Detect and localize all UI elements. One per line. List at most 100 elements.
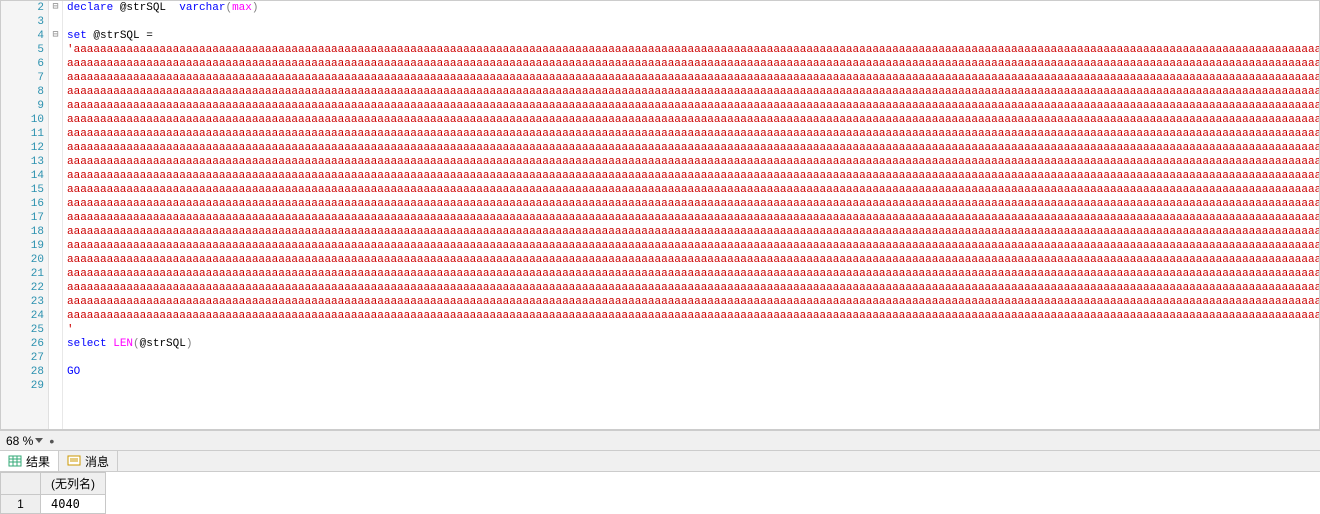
fold-marker: ⊟ <box>49 29 62 43</box>
fold-marker <box>49 253 62 267</box>
code-line: aaaaaaaaaaaaaaaaaaaaaaaaaaaaaaaaaaaaaaaa… <box>67 183 1319 197</box>
code-line: aaaaaaaaaaaaaaaaaaaaaaaaaaaaaaaaaaaaaaaa… <box>67 281 1319 295</box>
results-panel: (无列名) 1 4040 <box>0 472 1320 514</box>
line-number: 8 <box>1 85 44 99</box>
tab-messages[interactable]: 消息 <box>59 451 118 471</box>
fold-marker <box>49 211 62 225</box>
message-icon <box>67 454 81 468</box>
grid-corner <box>1 473 41 495</box>
line-number: 29 <box>1 379 44 393</box>
line-number: 24 <box>1 309 44 323</box>
code-line: aaaaaaaaaaaaaaaaaaaaaaaaaaaaaaaaaaaaaaaa… <box>67 71 1319 85</box>
grid-cell[interactable]: 4040 <box>41 495 106 514</box>
code-line: aaaaaaaaaaaaaaaaaaaaaaaaaaaaaaaaaaaaaaaa… <box>67 169 1319 183</box>
code-line: aaaaaaaaaaaaaaaaaaaaaaaaaaaaaaaaaaaaaaaa… <box>67 197 1319 211</box>
code-line: declare @strSQL varchar(max) <box>67 1 1319 15</box>
fold-marker <box>49 99 62 113</box>
code-line: aaaaaaaaaaaaaaaaaaaaaaaaaaaaaaaaaaaaaaaa… <box>67 113 1319 127</box>
fold-marker <box>49 57 62 71</box>
grid-col-header[interactable]: (无列名) <box>41 473 106 495</box>
fold-marker <box>49 365 62 379</box>
line-number: 4 <box>1 29 44 43</box>
code-line: aaaaaaaaaaaaaaaaaaaaaaaaaaaaaaaaaaaaaaaa… <box>67 267 1319 281</box>
line-number: 19 <box>1 239 44 253</box>
fold-marker <box>49 323 62 337</box>
fold-marker <box>49 113 62 127</box>
code-line: aaaaaaaaaaaaaaaaaaaaaaaaaaaaaaaaaaaaaaaa… <box>67 57 1319 71</box>
fold-marker <box>49 351 62 365</box>
fold-marker <box>49 281 62 295</box>
line-number: 9 <box>1 99 44 113</box>
fold-marker <box>49 15 62 29</box>
code-line: ' <box>67 323 1319 337</box>
fold-marker <box>49 225 62 239</box>
line-number: 6 <box>1 57 44 71</box>
line-number: 15 <box>1 183 44 197</box>
line-number: 25 <box>1 323 44 337</box>
line-number: 12 <box>1 141 44 155</box>
fold-marker <box>49 309 62 323</box>
code-line: aaaaaaaaaaaaaaaaaaaaaaaaaaaaaaaaaaaaaaaa… <box>67 211 1319 225</box>
fold-marker <box>49 43 62 57</box>
fold-marker <box>49 295 62 309</box>
zoom-level[interactable]: 68 % <box>6 434 33 448</box>
line-number: 23 <box>1 295 44 309</box>
code-line: aaaaaaaaaaaaaaaaaaaaaaaaaaaaaaaaaaaaaaaa… <box>67 309 1319 323</box>
line-number: 2 <box>1 1 44 15</box>
fold-marker <box>49 127 62 141</box>
fold-marker <box>49 183 62 197</box>
code-line: aaaaaaaaaaaaaaaaaaaaaaaaaaaaaaaaaaaaaaaa… <box>67 155 1319 169</box>
code-line: aaaaaaaaaaaaaaaaaaaaaaaaaaaaaaaaaaaaaaaa… <box>67 127 1319 141</box>
line-number: 18 <box>1 225 44 239</box>
code-line: aaaaaaaaaaaaaaaaaaaaaaaaaaaaaaaaaaaaaaaa… <box>67 99 1319 113</box>
tab-results[interactable]: 结果 <box>0 451 59 471</box>
fold-column: ⊟⊟ <box>49 1 63 429</box>
line-number: 27 <box>1 351 44 365</box>
code-editor[interactable]: 2345678910111213141516171819202122232425… <box>0 0 1320 430</box>
line-number: 28 <box>1 365 44 379</box>
grid-row-header[interactable]: 1 <box>1 495 41 514</box>
code-line <box>67 379 1319 393</box>
code-line: GO <box>67 365 1319 379</box>
fold-marker: ⊟ <box>49 1 62 15</box>
line-number: 16 <box>1 197 44 211</box>
tab-messages-label: 消息 <box>85 453 109 470</box>
fold-marker <box>49 337 62 351</box>
fold-marker <box>49 85 62 99</box>
fold-marker <box>49 155 62 169</box>
line-number: 11 <box>1 127 44 141</box>
line-number: 5 <box>1 43 44 57</box>
table-icon <box>8 454 22 468</box>
line-number: 21 <box>1 267 44 281</box>
code-line: select LEN(@strSQL) <box>67 337 1319 351</box>
line-number-gutter: 2345678910111213141516171819202122232425… <box>1 1 49 429</box>
fold-marker <box>49 267 62 281</box>
fold-marker <box>49 197 62 211</box>
line-number: 26 <box>1 337 44 351</box>
line-number: 14 <box>1 169 44 183</box>
code-line: set @strSQL = <box>67 29 1319 43</box>
zoom-bar: 68 % • <box>0 430 1320 450</box>
fold-marker <box>49 379 62 393</box>
code-line: aaaaaaaaaaaaaaaaaaaaaaaaaaaaaaaaaaaaaaaa… <box>67 295 1319 309</box>
fold-marker <box>49 239 62 253</box>
code-line <box>67 351 1319 365</box>
zoom-dropdown-icon[interactable] <box>35 438 43 443</box>
code-area[interactable]: declare @strSQL varchar(max) set @strSQL … <box>63 1 1319 429</box>
results-grid[interactable]: (无列名) 1 4040 <box>0 472 106 514</box>
fold-marker <box>49 141 62 155</box>
code-line: aaaaaaaaaaaaaaaaaaaaaaaaaaaaaaaaaaaaaaaa… <box>67 141 1319 155</box>
results-tabs: 结果 消息 <box>0 450 1320 472</box>
fold-marker <box>49 169 62 183</box>
fold-marker <box>49 71 62 85</box>
tab-results-label: 结果 <box>26 453 50 470</box>
line-number: 10 <box>1 113 44 127</box>
line-number: 7 <box>1 71 44 85</box>
code-line: aaaaaaaaaaaaaaaaaaaaaaaaaaaaaaaaaaaaaaaa… <box>67 225 1319 239</box>
line-number: 13 <box>1 155 44 169</box>
zoom-handle-icon[interactable]: • <box>49 433 54 449</box>
code-line: aaaaaaaaaaaaaaaaaaaaaaaaaaaaaaaaaaaaaaaa… <box>67 253 1319 267</box>
code-line: aaaaaaaaaaaaaaaaaaaaaaaaaaaaaaaaaaaaaaaa… <box>67 239 1319 253</box>
table-row[interactable]: 1 4040 <box>1 495 106 514</box>
line-number: 3 <box>1 15 44 29</box>
